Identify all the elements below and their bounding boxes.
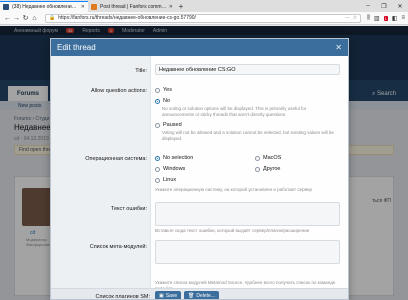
paused-hint: Voting will not be allowed and a solutio… [162, 130, 334, 141]
reload-icon[interactable]: ↻ [21, 14, 30, 22]
title-input[interactable]: Недавнее обновление CS:GO [155, 64, 340, 75]
delete-label: Delete... [196, 292, 215, 299]
tab-title: (38) Недавнее обновление CS:GO | Fanfor.… [12, 4, 79, 10]
radio-yes[interactable]: Yes [155, 87, 172, 93]
os-none-label: No selection [163, 155, 194, 161]
forward-arrow-icon[interactable]: → [12, 15, 21, 22]
error-label: Текст ошибки: [110, 206, 147, 212]
sidebar-icon[interactable]: ▥ [374, 15, 380, 22]
bookmark-star-icon[interactable]: ☆ [353, 15, 357, 21]
os-hint: Укажите операционную систему, на которой… [155, 187, 312, 192]
save-label: Save [165, 292, 178, 299]
radio-paused-label: Paused [163, 122, 182, 128]
radio-os-other[interactable]: Другое [255, 166, 280, 172]
lock-icon: 🔒 [49, 15, 56, 21]
radio-icon [255, 155, 260, 161]
save-button[interactable]: ▣ Save [155, 291, 182, 299]
edit-thread-dialog: Edit thread ✕ Title: Недавнее обновление… [50, 38, 349, 300]
page-actions-icon[interactable]: ··· [345, 15, 350, 21]
url-text: https://fanfors.ru/threads/недавнее-обно… [58, 15, 196, 21]
site-favicon-icon [91, 3, 97, 10]
dialog-title: Edit thread [57, 43, 96, 52]
title-input-value: Недавнее обновление CS:GO [159, 66, 236, 73]
back-arrow-icon[interactable]: ← [3, 15, 12, 22]
meta-textarea[interactable] [155, 240, 340, 264]
radio-icon [155, 166, 160, 172]
delete-button[interactable]: 🗑 Delete... [184, 291, 219, 299]
allow-question-label: Allow question actions: [91, 88, 147, 94]
title-label: Title: [135, 68, 147, 74]
close-tab-icon[interactable]: ✕ [81, 4, 85, 10]
radio-yes-label: Yes [163, 87, 172, 93]
radio-selected-icon [155, 98, 160, 104]
extension-badge[interactable]: 1 [383, 15, 388, 21]
home-icon[interactable]: ⌂ [30, 15, 39, 22]
close-window-button[interactable]: ✕ [392, 3, 408, 10]
error-textarea[interactable] [155, 202, 340, 226]
maximize-button[interactable]: ❐ [376, 3, 392, 10]
error-hint: Вставьте сюда текст ошибки, который выда… [155, 228, 310, 233]
close-tab-icon[interactable]: ✕ [169, 4, 173, 10]
os-windows-label: Windows [163, 166, 186, 172]
radio-paused[interactable]: Paused [155, 122, 182, 128]
radio-os-none[interactable]: No selection [155, 155, 193, 161]
browser-tab-bar: (38) Недавнее обновление CS:GO | Fanfor.… [0, 0, 408, 12]
save-icon: ▣ [159, 292, 164, 299]
minimize-button[interactable]: – [360, 3, 376, 9]
radio-os-macos[interactable]: MacOS [255, 155, 281, 161]
browser-nav-bar: ← → ↻ ⌂ 🔒 https://fanfors.ru/threads/нед… [0, 12, 408, 25]
os-macos-label: MacOS [263, 155, 282, 161]
browser-tab[interactable]: Post thread | Fanfors commu.. ✕ [88, 1, 176, 12]
toolbar-icons: ⫼ ▥ 1 ◧ ≡ [367, 15, 405, 22]
trash-icon: 🗑 [188, 292, 195, 299]
os-label: Операционная система: [85, 156, 147, 162]
meta-label: Список мета-модулей: [89, 244, 147, 250]
radio-no-label: No [163, 98, 171, 104]
close-icon[interactable]: ✕ [335, 43, 342, 52]
radio-no[interactable]: No [155, 98, 170, 104]
radio-icon [255, 166, 260, 172]
library-icon[interactable]: ⫼ [367, 15, 370, 22]
window-controls: – ❐ ✕ [360, 0, 408, 12]
site-favicon-icon [3, 4, 9, 10]
dialog-body: Title: Недавнее обновление CS:GO Allow q… [51, 56, 348, 299]
browser-tab-active[interactable]: (38) Недавнее обновление CS:GO | Fanfor.… [0, 1, 88, 12]
radio-os-windows[interactable]: Windows [155, 166, 185, 172]
no-hint: No voting or solution options will be di… [162, 106, 307, 117]
os-linux-label: Linux [163, 177, 177, 183]
radio-icon [155, 122, 160, 128]
extension-icon[interactable]: ◧ [392, 15, 398, 22]
menu-icon[interactable]: ≡ [401, 15, 405, 21]
plugins-label: Список плагинов SM: [95, 294, 150, 300]
os-other-label: Другое [263, 166, 281, 172]
radio-icon [155, 87, 160, 93]
dialog-header: Edit thread ✕ [51, 39, 348, 56]
tab-title: Post thread | Fanfors commu.. [100, 3, 167, 10]
radio-selected-icon [155, 155, 160, 161]
radio-os-linux[interactable]: Linux [155, 177, 176, 183]
radio-icon [155, 177, 160, 183]
new-tab-button[interactable]: + [176, 1, 186, 12]
address-bar[interactable]: 🔒 https://fanfors.ru/threads/недавнее-об… [45, 13, 362, 23]
